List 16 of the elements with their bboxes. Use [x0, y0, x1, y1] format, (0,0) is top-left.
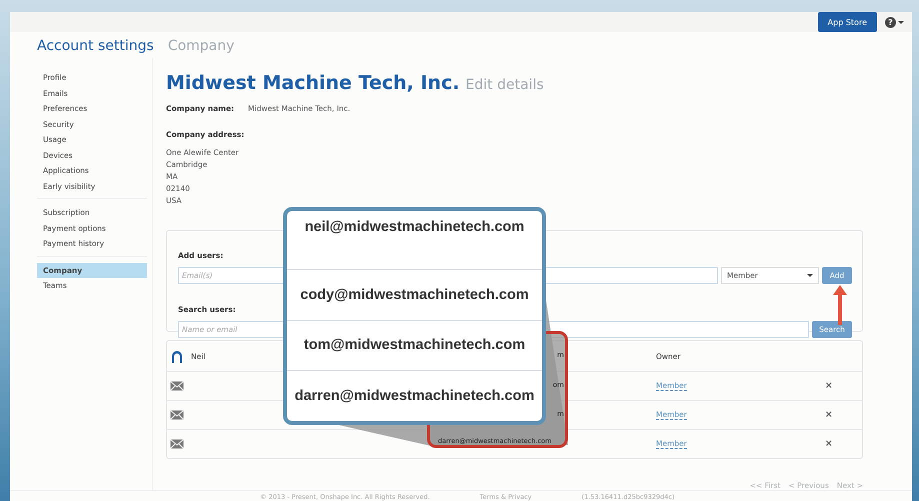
callout-email: cody@midwestmachinetech.com	[300, 286, 529, 303]
callout-email: neil@midwestmachinetech.com	[304, 219, 524, 235]
page-subtitle: Company	[168, 38, 234, 54]
remove-button[interactable]: ×	[825, 439, 833, 449]
envelope-icon	[170, 381, 184, 391]
arrow-annotation	[833, 285, 847, 325]
app-store-button[interactable]: App Store	[818, 12, 877, 32]
callout-email: tom@midwestmachinetech.com	[304, 337, 526, 354]
page-title: Account settings	[37, 38, 154, 54]
callout-email: darren@midwestmachinetech.com	[294, 388, 534, 404]
remove-button[interactable]: ×	[825, 410, 833, 420]
user-avatar-icon	[170, 349, 184, 363]
envelope-icon	[170, 439, 184, 449]
company-title: Midwest Machine Tech, Inc.	[166, 72, 460, 94]
envelope-icon	[170, 410, 184, 420]
remove-button[interactable]: ×	[825, 381, 833, 391]
